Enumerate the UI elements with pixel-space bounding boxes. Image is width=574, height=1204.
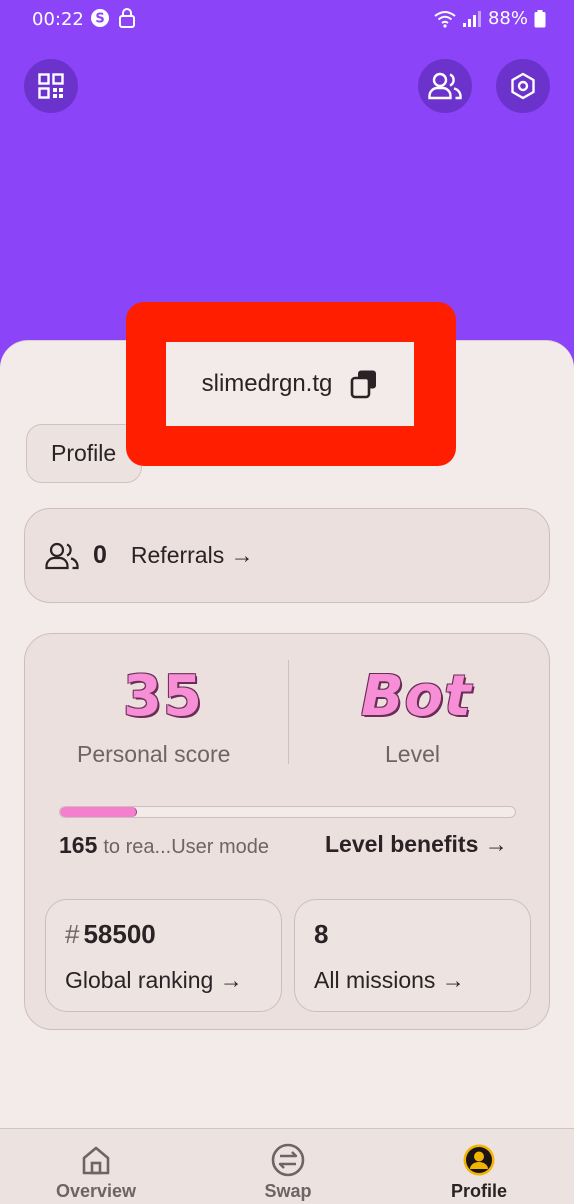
tab-profile-label: Profile [51,440,117,466]
username-text: slimedrgn.tg [201,370,333,397]
global-ranking-card[interactable]: #58500 Global ranking → [45,899,282,1012]
level-label: Level [385,741,440,767]
missions-value: 8 [314,919,329,949]
ranking-value: 58500 [83,919,156,949]
points-needed-text: to rea...User mode [103,836,269,858]
referrals-link[interactable]: Referrals → [131,542,254,569]
all-missions-link[interactable]: All missions → [314,967,465,994]
nav-swap[interactable]: Swap [228,1143,348,1202]
personal-score-label: Personal score [77,741,231,767]
nav-swap-label: Swap [264,1181,312,1201]
nav-profile-label: Profile [450,1181,507,1201]
referrals-count: 0 [93,541,107,569]
global-ranking-link[interactable]: Global ranking → [65,967,243,994]
nav-profile[interactable]: Profile [419,1143,539,1202]
level-progress-bar [59,806,516,818]
profile-icon [463,1144,495,1176]
username-plate[interactable]: slimedrgn.tg [166,342,414,426]
personal-score-value: 35 [123,664,203,729]
points-needed: 165 [59,832,98,858]
stats-divider [288,660,289,764]
level-progress-fill [60,807,138,817]
referrals-card[interactable]: 0 Referrals → [24,508,550,603]
level-benefits-link[interactable]: Level benefits → [325,831,508,858]
svg-text:S: S [95,12,104,27]
lock-icon [119,8,135,28]
bottom-nav: Overview Swap Profile [0,1128,574,1204]
status-bar: 00:22 S 88% [0,0,574,40]
wifi-icon [434,10,456,28]
battery-icon [534,9,546,27]
signal-icon [462,10,481,27]
users-icon [45,542,79,569]
battery-percent: 88% [487,8,528,29]
missions-card[interactable]: 8 All missions → [294,899,531,1012]
qr-code-button[interactable] [24,59,78,113]
stats-card: 35 Personal score Bot Level 165 to rea..… [24,633,550,1030]
copy-icon[interactable] [350,369,378,399]
level-value: Bot [361,664,472,729]
friends-icon [428,72,462,100]
settings-button[interactable] [496,59,550,113]
swap-icon [271,1143,305,1177]
ranking-prefix: # [65,919,80,949]
nav-overview-label: Overview [55,1181,137,1201]
tab-profile[interactable]: Profile [26,424,142,483]
friends-button[interactable] [418,59,472,113]
settings-hexagon-icon [511,72,535,100]
home-icon [82,1146,110,1175]
sync-app-icon: S [91,9,109,27]
status-time: 00:22 [32,9,84,30]
qr-code-icon [38,73,64,99]
nav-overview[interactable]: Overview [36,1143,156,1202]
